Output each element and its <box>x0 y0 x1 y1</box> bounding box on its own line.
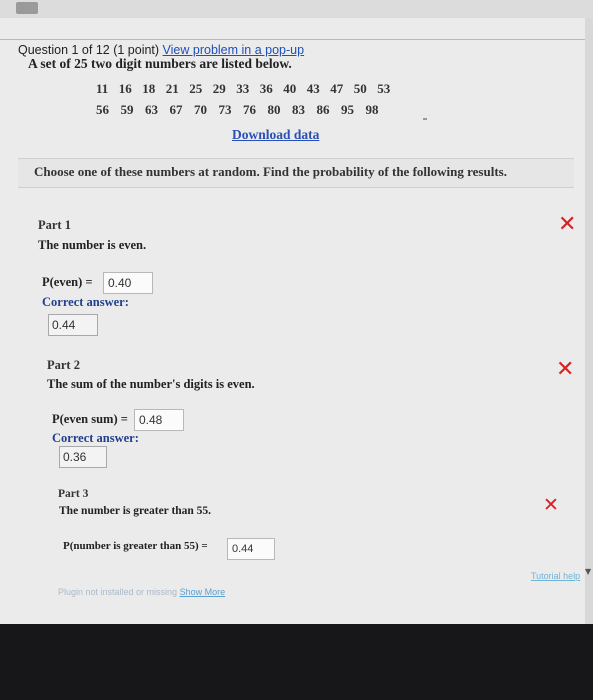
data-number: 11 <box>96 81 109 96</box>
data-number: 70 <box>194 102 207 117</box>
part-2-correct-value: 0.36 <box>59 446 107 468</box>
part-2-label: Part 2 <box>47 358 80 372</box>
data-number: 33 <box>236 81 250 96</box>
part-2-description: The sum of the number's digits is even. <box>47 377 255 391</box>
browser-top-bar <box>0 0 593 18</box>
plugin-notice: Plugin not installed or missing Show Mor… <box>58 587 225 597</box>
part-3-label: Part 3 <box>58 488 89 500</box>
scrollbar[interactable] <box>585 18 593 624</box>
question-label: Question 1 of 12 (1 point) <box>18 43 160 57</box>
scroll-down-arrow-icon[interactable]: ▼ <box>585 567 591 576</box>
data-number: 21 <box>165 81 179 96</box>
show-more-link[interactable]: Show More <box>180 587 226 597</box>
part-1-correct-label: Correct answer: <box>42 295 129 309</box>
data-number: 16 <box>118 81 132 96</box>
x-mark-icon: ✕ <box>556 357 575 382</box>
data-number: 86 <box>316 102 330 117</box>
x-mark-icon: ✕ <box>543 494 559 516</box>
part-3-answer-input[interactable]: 0.44 <box>227 538 275 560</box>
instruction-text: Choose one of these numbers at random. F… <box>34 164 507 179</box>
number-row-1: 11 16 18 21 25 29 33 36 40 43 47 50 53 <box>96 81 401 97</box>
part-2-answer-prefix: P(even sum) = <box>52 412 128 426</box>
data-number: 18 <box>142 81 156 96</box>
data-number: 25 <box>189 81 203 96</box>
part-1-label: Part 1 <box>38 218 71 232</box>
part-2-correct-label: Correct answer: <box>52 431 139 445</box>
data-number: 40 <box>283 81 297 96</box>
data-number: 29 <box>212 81 226 96</box>
data-number: 80 <box>267 102 281 117</box>
data-number: 53 <box>377 81 391 96</box>
part-1-correct-value: 0.44 <box>48 314 98 336</box>
data-number: 98 <box>365 102 379 117</box>
data-number: 63 <box>145 102 158 117</box>
data-number: 43 <box>306 81 320 96</box>
part-1-description: The number is even. <box>38 238 147 252</box>
download-data-link[interactable]: Download data <box>232 127 319 143</box>
data-number: 56 <box>96 102 109 117</box>
data-number: 67 <box>169 102 183 117</box>
plugin-text: Plugin not installed or missing <box>58 587 178 597</box>
data-number: 59 <box>120 102 134 117</box>
data-number: 50 <box>353 81 367 96</box>
tutorial-help-link[interactable]: Tutorial help <box>531 571 580 581</box>
x-mark-icon: ✕ <box>558 212 577 237</box>
data-number: 47 <box>330 81 344 96</box>
data-number: 73 <box>218 102 232 117</box>
data-number: 95 <box>341 102 354 117</box>
screen-bezel <box>0 624 593 700</box>
part-3-description: The number is greater than 55. <box>59 505 212 517</box>
header-divider <box>0 39 593 40</box>
part-2-answer-input[interactable]: 0.48 <box>134 409 184 431</box>
part-3-answer-prefix: P(number is greater than 55) = <box>63 540 208 552</box>
cursor-mark <box>423 118 427 120</box>
number-row-2: 56 59 63 67 70 73 76 80 83 86 95 98 <box>96 102 390 118</box>
data-number: 36 <box>259 81 273 96</box>
part-1-answer-input[interactable]: 0.40 <box>103 272 153 294</box>
question-header: Question 1 of 12 (1 point) View problem … <box>18 43 304 57</box>
data-number: 76 <box>243 102 256 117</box>
data-number: 83 <box>292 102 305 117</box>
browser-tab[interactable] <box>16 2 38 14</box>
problem-intro: A set of 25 two digit numbers are listed… <box>28 56 292 71</box>
part-1-answer-prefix: P(even) = <box>42 275 93 289</box>
popup-link[interactable]: View problem in a pop-up <box>163 43 305 57</box>
